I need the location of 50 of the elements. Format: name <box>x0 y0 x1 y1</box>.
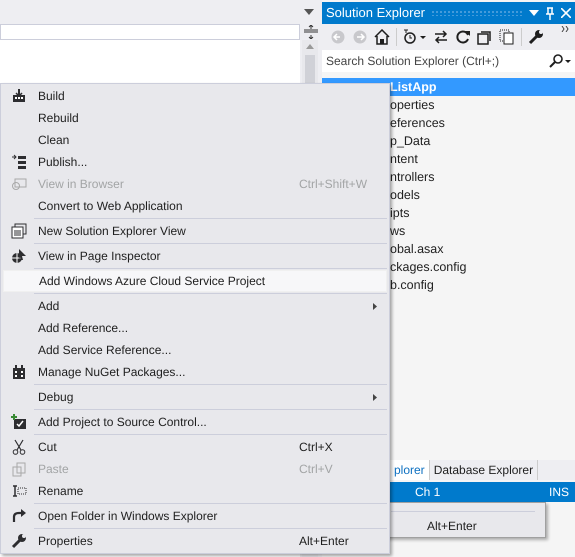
dropdown-arrow-icon[interactable] <box>529 10 539 16</box>
browser-icon <box>10 176 26 192</box>
menu-item[interactable]: Rename <box>3 480 387 502</box>
menu-item[interactable]: Convert to Web Application <box>3 195 387 217</box>
menu-item[interactable]: Cut Ctrl+X <box>3 436 387 458</box>
history-icon[interactable] <box>403 29 427 45</box>
menu-item[interactable]: Clean <box>3 129 387 151</box>
pin-icon[interactable] <box>545 6 555 20</box>
menu-item[interactable]: View in Page Inspector <box>3 245 387 267</box>
globe-cursor-icon <box>10 248 26 264</box>
split-icon[interactable] <box>304 25 318 39</box>
package-icon <box>10 364 26 380</box>
menu-item[interactable]: Add <box>3 295 387 317</box>
overflow-icon[interactable] <box>561 26 569 32</box>
refresh-icon[interactable] <box>455 29 471 45</box>
sync-icon[interactable] <box>433 29 449 45</box>
insert-mode: INS <box>548 484 569 501</box>
menu-item[interactable]: Add Project to Source Control... <box>3 411 387 433</box>
column-indicator: Ch 1 <box>415 484 440 501</box>
wrench-icon[interactable] <box>528 29 544 45</box>
redo-arrow-icon <box>10 508 26 524</box>
panel-tab[interactable]: Database Explorer <box>430 460 538 480</box>
menu-item[interactable]: Rebuild <box>3 107 387 129</box>
panel-tab[interactable]: plorer <box>390 460 430 480</box>
documents-icon[interactable] <box>499 29 515 45</box>
clipboard-icon <box>10 461 26 477</box>
menu-item[interactable]: Debug <box>3 386 387 408</box>
search-icon[interactable] <box>549 54 571 68</box>
build-icon <box>10 88 26 104</box>
rename-icon <box>10 483 26 499</box>
panel-title: Solution Explorer <box>326 4 425 22</box>
publish-icon <box>10 154 26 170</box>
menu-item[interactable]: Add Service Reference... <box>3 339 387 361</box>
collapse-icon[interactable] <box>477 29 493 45</box>
menu-item[interactable]: Properties Alt+Enter <box>3 530 387 552</box>
menu-item[interactable]: New Solution Explorer View <box>3 220 387 242</box>
menu-item[interactable]: Open Folder in Windows Explorer <box>3 505 387 527</box>
search-field[interactable]: Search Solution Explorer (Ctrl+;) <box>322 50 575 72</box>
menu-item[interactable]: Publish... <box>3 151 387 173</box>
close-icon[interactable] <box>561 8 571 18</box>
dropdown-arrow-icon[interactable] <box>304 9 314 15</box>
menu-item[interactable]: Add Windows Azure Cloud Service Project <box>3 270 387 292</box>
menu-item[interactable]: Add Reference... <box>3 317 387 339</box>
shortcut-text: Alt+Enter <box>427 518 478 535</box>
wrench-icon <box>10 533 26 549</box>
window-icon <box>10 223 26 239</box>
scissors-icon <box>10 439 26 455</box>
add-source-icon <box>10 414 26 430</box>
menu-item[interactable]: Manage NuGet Packages... <box>3 361 387 383</box>
home-icon[interactable] <box>374 29 390 45</box>
